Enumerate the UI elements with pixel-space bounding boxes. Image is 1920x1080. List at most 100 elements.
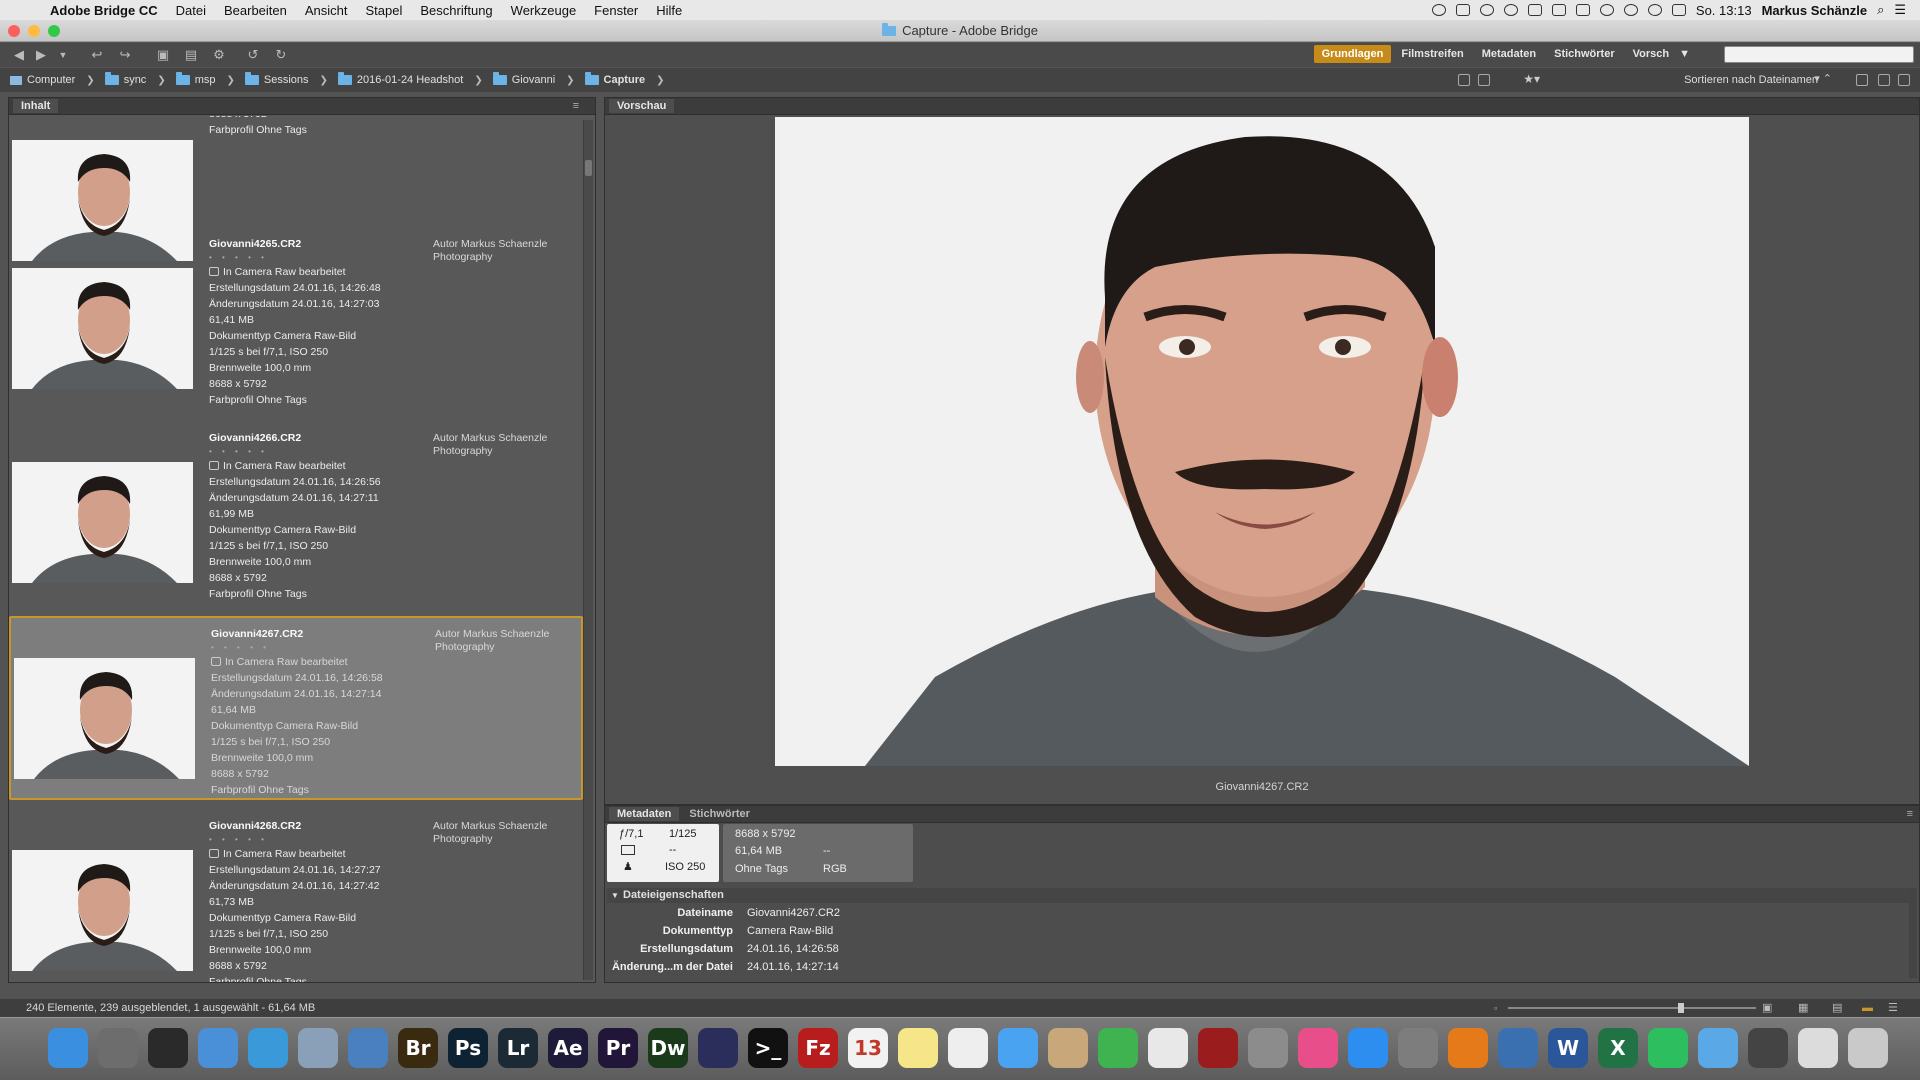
tab-stichwoerter[interactable]: Stichwörter xyxy=(681,807,758,821)
content-scrollbar[interactable] xyxy=(583,120,593,980)
view-list-icon[interactable]: ▬ xyxy=(1862,999,1873,1017)
rotate-left-icon[interactable]: ↺ xyxy=(244,48,262,62)
calendar-icon[interactable]: 13 xyxy=(848,1028,888,1068)
workspace-grundlagen[interactable]: Grundlagen xyxy=(1313,45,1392,63)
workspace-vorschau[interactable]: Vorsch xyxy=(1625,45,1677,63)
rating-dots[interactable]: • • • • • xyxy=(209,834,381,846)
menu-datei[interactable]: Datei xyxy=(176,3,206,18)
menu-app-name[interactable]: Adobe Bridge CC xyxy=(50,3,158,18)
menu-ansicht[interactable]: Ansicht xyxy=(305,3,348,18)
rating-dots[interactable]: • • • • • xyxy=(211,642,383,654)
thumbnail-quality-icon[interactable] xyxy=(1458,74,1470,86)
notification-center-icon[interactable]: ☰ xyxy=(1894,2,1906,18)
spotlight-icon[interactable]: ⌕ xyxy=(1877,2,1884,18)
crumb-msp[interactable]: msp ❯ xyxy=(166,72,235,86)
workspace-metadaten[interactable]: Metadaten xyxy=(1474,45,1544,63)
clock[interactable]: So. 13:13 xyxy=(1696,3,1752,18)
menu-stapel[interactable]: Stapel xyxy=(366,3,403,18)
boomerang-icon[interactable]: ↩ xyxy=(88,48,106,62)
panel-menu-icon[interactable]: ≡ xyxy=(1907,808,1913,820)
view-grid-icon[interactable]: ▦ xyxy=(1798,999,1808,1017)
prop-value[interactable]: Giovanni4267.CR2 xyxy=(747,907,840,919)
dropbox-icon[interactable] xyxy=(1455,4,1470,16)
airplay-icon[interactable] xyxy=(1575,4,1590,16)
sort-dropdown[interactable]: Sortieren nach Dateinamen xyxy=(1684,74,1818,86)
trash-icon[interactable] xyxy=(1848,1028,1888,1068)
printer-icon[interactable] xyxy=(1248,1028,1288,1068)
refine-icon[interactable]: ▤ xyxy=(182,48,200,62)
mission-control-icon[interactable] xyxy=(148,1028,188,1068)
crumb-giovanni[interactable]: Giovanni ❯ xyxy=(483,72,575,86)
section-dateieigenschaften[interactable]: ▼ Dateieigenschaften xyxy=(607,888,1917,903)
crumb-headshot[interactable]: 2016-01-24 Headshot ❯ xyxy=(328,72,483,86)
photos-icon[interactable] xyxy=(1148,1028,1188,1068)
new-folder-icon[interactable] xyxy=(1856,74,1868,86)
safari-icon[interactable] xyxy=(248,1028,288,1068)
view-options-icon[interactable] xyxy=(1478,74,1490,86)
cloud-icon[interactable] xyxy=(1479,4,1494,16)
thumbnail[interactable] xyxy=(12,850,193,971)
dreamweaver-icon[interactable]: Dw xyxy=(648,1028,688,1068)
brushes-icon[interactable] xyxy=(1748,1028,1788,1068)
facetime-icon[interactable] xyxy=(1098,1028,1138,1068)
reminders-icon[interactable] xyxy=(948,1028,988,1068)
terminal-icon[interactable]: >_ xyxy=(748,1028,788,1068)
list-item[interactable]: Giovanni4267.CR2 • • • • • In Camera Raw b… xyxy=(9,616,583,800)
zoom-window-button[interactable] xyxy=(48,25,60,37)
crumb-computer[interactable]: Computer ❯ xyxy=(0,74,95,86)
photoshop-icon[interactable]: Ps xyxy=(448,1028,488,1068)
grid-app-icon[interactable] xyxy=(1798,1028,1838,1068)
back-icon[interactable]: ◀ xyxy=(10,48,28,62)
notes-icon[interactable] xyxy=(898,1028,938,1068)
photobooth-icon[interactable] xyxy=(1198,1028,1238,1068)
menu-fenster[interactable]: Fenster xyxy=(594,3,638,18)
evernote-icon[interactable] xyxy=(1648,1028,1688,1068)
zoom-in-icon[interactable]: ▣ xyxy=(1762,999,1772,1017)
aftereffects-icon[interactable]: Ae xyxy=(548,1028,588,1068)
search-input[interactable] xyxy=(1724,46,1914,63)
crumb-capture[interactable]: Capture ❯ xyxy=(575,72,664,86)
close-window-button[interactable] xyxy=(8,25,20,37)
info-icon[interactable] xyxy=(348,1028,388,1068)
excel-icon[interactable]: X xyxy=(1598,1028,1638,1068)
prop-value[interactable]: 24.01.16, 14:27:14 xyxy=(747,961,839,973)
camera-import-icon[interactable]: ▣ xyxy=(154,48,172,62)
creative-cloud-icon[interactable] xyxy=(1503,4,1518,16)
sort-direction-icon[interactable]: ▾ ⌃ xyxy=(1814,72,1832,85)
tab-metadaten[interactable]: Metadaten xyxy=(609,807,680,821)
preview-image[interactable] xyxy=(775,117,1749,766)
downloads-icon[interactable] xyxy=(1698,1028,1738,1068)
prop-value[interactable]: Camera Raw-Bild xyxy=(747,925,833,937)
open-in-camera-raw-icon[interactable]: ⚙ xyxy=(210,48,228,62)
scrollbar-thumb[interactable] xyxy=(585,160,592,176)
view-details-icon[interactable]: ☰ xyxy=(1888,999,1898,1017)
tab-vorschau[interactable]: Vorschau xyxy=(609,99,675,113)
view-thumbnails-icon[interactable]: ▤ xyxy=(1832,999,1842,1017)
wifi-icon[interactable] xyxy=(1647,4,1662,16)
messages-icon[interactable] xyxy=(998,1028,1038,1068)
list-item[interactable]: Dokumenttyp Camera Raw-Bild1/125 s bei f… xyxy=(9,116,583,261)
workspace-stichwoerter[interactable]: Stichwörter xyxy=(1546,45,1623,63)
itunes-icon[interactable] xyxy=(1298,1028,1338,1068)
vlc-tray-icon[interactable] xyxy=(1527,4,1542,16)
list-item[interactable]: Giovanni4268.CR2 • • • • • In Camera Raw b… xyxy=(9,810,583,982)
menu-beschriftung[interactable]: Beschriftung xyxy=(420,3,492,18)
crumb-sessions[interactable]: Sessions ❯ xyxy=(235,72,328,86)
user-name[interactable]: Markus Schänzle xyxy=(1762,3,1868,18)
folder-icon[interactable] xyxy=(198,1028,238,1068)
tab-inhalt[interactable]: Inhalt xyxy=(13,99,59,113)
list-item[interactable]: Giovanni4265.CR2 • • • • • In Camera Raw b… xyxy=(9,228,583,412)
forward-icon[interactable]: ▶ xyxy=(32,48,50,62)
volume-icon[interactable] xyxy=(1671,4,1686,16)
display-icon[interactable] xyxy=(1551,4,1566,16)
premiere-icon[interactable]: Pr xyxy=(598,1028,638,1068)
word-icon[interactable]: W xyxy=(1548,1028,1588,1068)
delete-icon[interactable] xyxy=(1898,74,1910,86)
rotate-right-icon[interactable]: ↻ xyxy=(272,48,290,62)
preview-icon[interactable] xyxy=(298,1028,338,1068)
panel-menu-icon[interactable]: ≡ xyxy=(573,100,579,112)
slider-knob[interactable] xyxy=(1678,1003,1684,1013)
record-icon[interactable] xyxy=(1431,4,1446,16)
bridge-icon[interactable]: Br xyxy=(398,1028,438,1068)
workspace-dropdown-icon[interactable]: ▼ xyxy=(1679,45,1698,63)
